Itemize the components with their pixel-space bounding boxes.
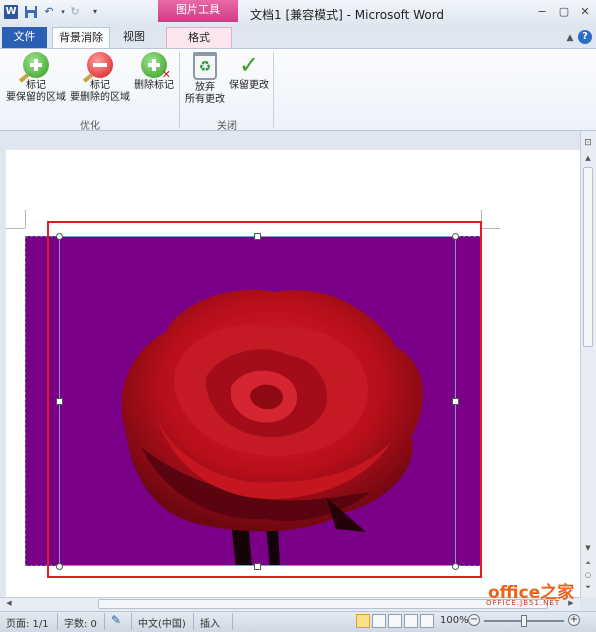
language-indicator[interactable]: 中文(中国) [138, 615, 186, 630]
mark-keep-label-2: 要保留的区域 [6, 92, 66, 103]
web-layout-view-icon[interactable] [388, 614, 402, 628]
scroll-left-icon[interactable]: ◀ [2, 597, 16, 610]
delete-mark-button[interactable]: ✕ 删除标记 [132, 52, 176, 92]
delete-mark-label: 删除标记 [134, 80, 174, 91]
crop-mark [482, 228, 500, 229]
keep-changes-label: 保留更改 [229, 80, 269, 91]
group-separator [273, 52, 274, 128]
ruler-toggle-icon[interactable]: ⊡ [581, 136, 595, 150]
recycle-bin-icon: ♻ [193, 52, 217, 80]
mark-areas-to-keep-button[interactable]: 标记 要保留的区域 [5, 52, 67, 104]
word-count[interactable]: 字数: 0 [64, 615, 97, 630]
discard-label-1: 放弃 [195, 82, 215, 93]
crop-mark [6, 228, 25, 229]
zoom-out-icon[interactable]: − [468, 614, 480, 626]
group-refine-label: 优化 [80, 121, 100, 132]
save-icon[interactable] [24, 5, 38, 19]
scroll-up-icon[interactable]: ▲ [581, 151, 595, 165]
highlight-annotation-box [47, 221, 482, 578]
watermark-url: OFFICE.JB51.NET [486, 599, 561, 607]
watermark: office之家 OFFICE.JB51.NET [482, 577, 582, 611]
tab-background-removal[interactable]: 背景消除 [52, 27, 110, 48]
full-screen-reading-view-icon[interactable] [372, 614, 386, 628]
page-count[interactable]: 页面: 1/1 [6, 615, 49, 630]
zoom-in-icon[interactable]: + [568, 614, 580, 626]
status-separator [104, 613, 105, 630]
maximize-icon[interactable]: ▢ [555, 5, 573, 19]
help-icon[interactable]: ? [578, 30, 592, 44]
mark-keep-icon [18, 52, 49, 83]
outline-view-icon[interactable] [404, 614, 418, 628]
word-icon[interactable]: W [4, 5, 18, 19]
discard-label-2: 所有更改 [185, 94, 225, 105]
mark-remove-label-1: 标记 [90, 80, 110, 91]
status-separator [232, 613, 233, 630]
print-layout-view-icon[interactable] [356, 614, 370, 628]
window-title: 文档1 [兼容模式] - Microsoft Word [250, 8, 445, 22]
minimize-icon[interactable]: − [533, 5, 551, 19]
vertical-scroll-thumb[interactable] [583, 167, 593, 347]
mark-remove-icon [82, 52, 113, 83]
mark-remove-label-2: 要删除的区域 [70, 92, 130, 103]
zoom-slider-thumb[interactable] [521, 615, 527, 627]
tab-format[interactable]: 格式 [166, 27, 232, 48]
close-icon[interactable]: ✕ [576, 5, 594, 19]
redo-icon[interactable]: ↻ [68, 5, 82, 19]
horizontal-scroll-thumb[interactable] [98, 599, 548, 609]
chevron-up-icon[interactable]: ▲ [563, 31, 577, 45]
mark-areas-to-remove-button[interactable]: 标记 要删除的区域 [68, 52, 132, 104]
insert-mode[interactable]: 插入 [200, 615, 220, 630]
next-page-icon[interactable]: ⏷ [581, 580, 595, 594]
mark-keep-label-1: 标记 [26, 80, 46, 91]
undo-icon[interactable]: ↶ [42, 5, 56, 19]
status-separator [57, 613, 58, 630]
proofing-icon[interactable]: ✎ [111, 613, 121, 627]
tab-file[interactable]: 文件 [2, 27, 47, 48]
zoom-level[interactable]: 100% [440, 615, 469, 626]
checkmark-icon: ✓ [238, 51, 260, 79]
discard-all-changes-button[interactable]: ♻ 放弃 所有更改 [183, 52, 227, 106]
group-separator [179, 52, 180, 128]
status-separator [193, 613, 194, 630]
crop-mark [25, 210, 26, 228]
picture-tools-context-label: 图片工具 [158, 0, 238, 22]
keep-changes-button[interactable]: ✓ 保留更改 [227, 52, 271, 92]
customize-quick-access-icon[interactable]: ▾ [88, 5, 102, 19]
tab-view[interactable]: 视图 [114, 27, 154, 48]
status-separator [131, 613, 132, 630]
group-close-label: 关闭 [217, 121, 237, 132]
scroll-down-icon[interactable]: ▼ [581, 541, 595, 555]
delete-mark-icon: ✕ [141, 52, 171, 81]
draft-view-icon[interactable] [420, 614, 434, 628]
